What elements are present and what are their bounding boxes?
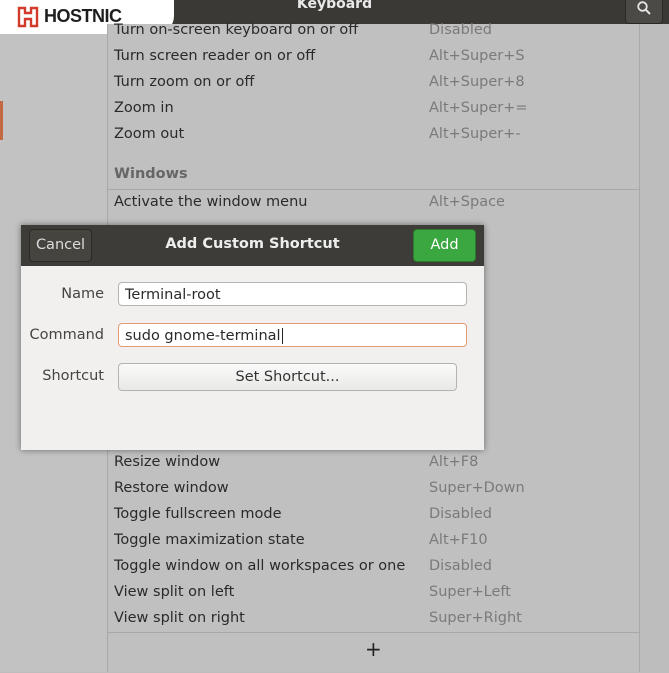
shortcut-accel: Alt+Space <box>429 194 505 210</box>
shortcut-name: Turn screen reader on or off <box>114 48 316 64</box>
shortcut-accel: Super+Left <box>429 584 511 600</box>
shortcut-label: Shortcut <box>42 368 104 384</box>
name-field-value: Terminal-root <box>125 287 221 303</box>
shortcut-accel: Disabled <box>429 506 492 522</box>
shortcut-name: View split on left <box>114 584 235 600</box>
shortcut-name: Resize window <box>114 454 221 470</box>
add-custom-shortcut-dialog: Cancel Add Custom Shortcut Add Name Term… <box>21 225 484 450</box>
shortcut-accel: Alt+Super+8 <box>429 74 525 90</box>
shortcut-name: Activate the window menu <box>114 194 308 210</box>
shortcut-row[interactable]: Turn screen reader on or off Alt+Super+S <box>114 44 634 70</box>
shortcut-row[interactable]: Turn zoom on or off Alt+Super+8 <box>114 70 634 96</box>
add-button[interactable]: Add <box>413 229 476 262</box>
shortcut-name: Toggle window on all workspaces or one <box>114 558 406 574</box>
shortcut-row[interactable]: Toggle fullscreen mode Disabled <box>114 502 634 528</box>
shortcut-accel: Alt+F10 <box>429 532 488 548</box>
shortcut-accel: Super+Down <box>429 480 525 496</box>
shortcut-row[interactable]: Toggle maximization state Alt+F10 <box>114 528 634 554</box>
shortcut-accel: Alt+F8 <box>429 454 479 470</box>
shortcut-accel: Alt+Super+= <box>429 100 528 116</box>
shortcut-name: Restore window <box>114 480 229 496</box>
hostnic-logo-icon <box>17 6 39 28</box>
command-field-value: sudo gnome-terminal <box>125 328 281 344</box>
section-heading-windows: Windows <box>114 166 188 182</box>
shortcut-row[interactable]: View split on left Super+Left <box>114 580 634 606</box>
shortcut-accel: Alt+Super+S <box>429 48 525 64</box>
text-caret <box>281 328 283 344</box>
command-label: Command <box>29 327 104 343</box>
shortcut-name: Turn zoom on or off <box>114 74 255 90</box>
dialog-header: Cancel Add Custom Shortcut Add <box>21 225 484 266</box>
shortcut-accel: Alt+Super+- <box>429 126 521 142</box>
shortcut-name: Zoom out <box>114 126 185 142</box>
shortcut-row[interactable]: Resize window Alt+F8 <box>114 450 634 476</box>
shortcut-name: Toggle maximization state <box>114 532 305 548</box>
shortcut-name: Turn on-screen keyboard on or off <box>114 22 359 38</box>
sidebar-selection-marker <box>0 101 3 140</box>
shortcut-row[interactable]: Zoom out Alt+Super+- <box>114 122 634 148</box>
shortcut-row[interactable]: Toggle window on all workspaces or one D… <box>114 554 634 580</box>
shortcut-accel: Super+Right <box>429 610 522 626</box>
set-shortcut-button[interactable]: Set Shortcut... <box>118 363 457 391</box>
shortcut-name: Toggle fullscreen mode <box>114 506 282 522</box>
list-footer: + <box>108 632 639 673</box>
shortcut-name: View split on right <box>114 610 245 626</box>
shortcut-row[interactable]: Turn on-screen keyboard on or off Disabl… <box>114 18 634 44</box>
shortcut-row[interactable]: Zoom in Alt+Super+= <box>114 96 634 122</box>
command-field[interactable]: sudo gnome-terminal <box>118 323 467 347</box>
name-label: Name <box>61 286 104 302</box>
shortcut-row[interactable]: View split on right Super+Right <box>114 606 634 632</box>
search-icon <box>637 1 651 15</box>
shortcut-accel: Disabled <box>429 22 492 38</box>
shortcut-accel: Disabled <box>429 558 492 574</box>
shortcut-row[interactable]: Activate the window menu Alt+Space <box>114 190 634 216</box>
shortcut-row[interactable]: Restore window Super+Down <box>114 476 634 502</box>
add-shortcut-button[interactable]: + <box>365 637 382 661</box>
shortcut-name: Zoom in <box>114 100 174 116</box>
name-field[interactable]: Terminal-root <box>118 282 467 306</box>
